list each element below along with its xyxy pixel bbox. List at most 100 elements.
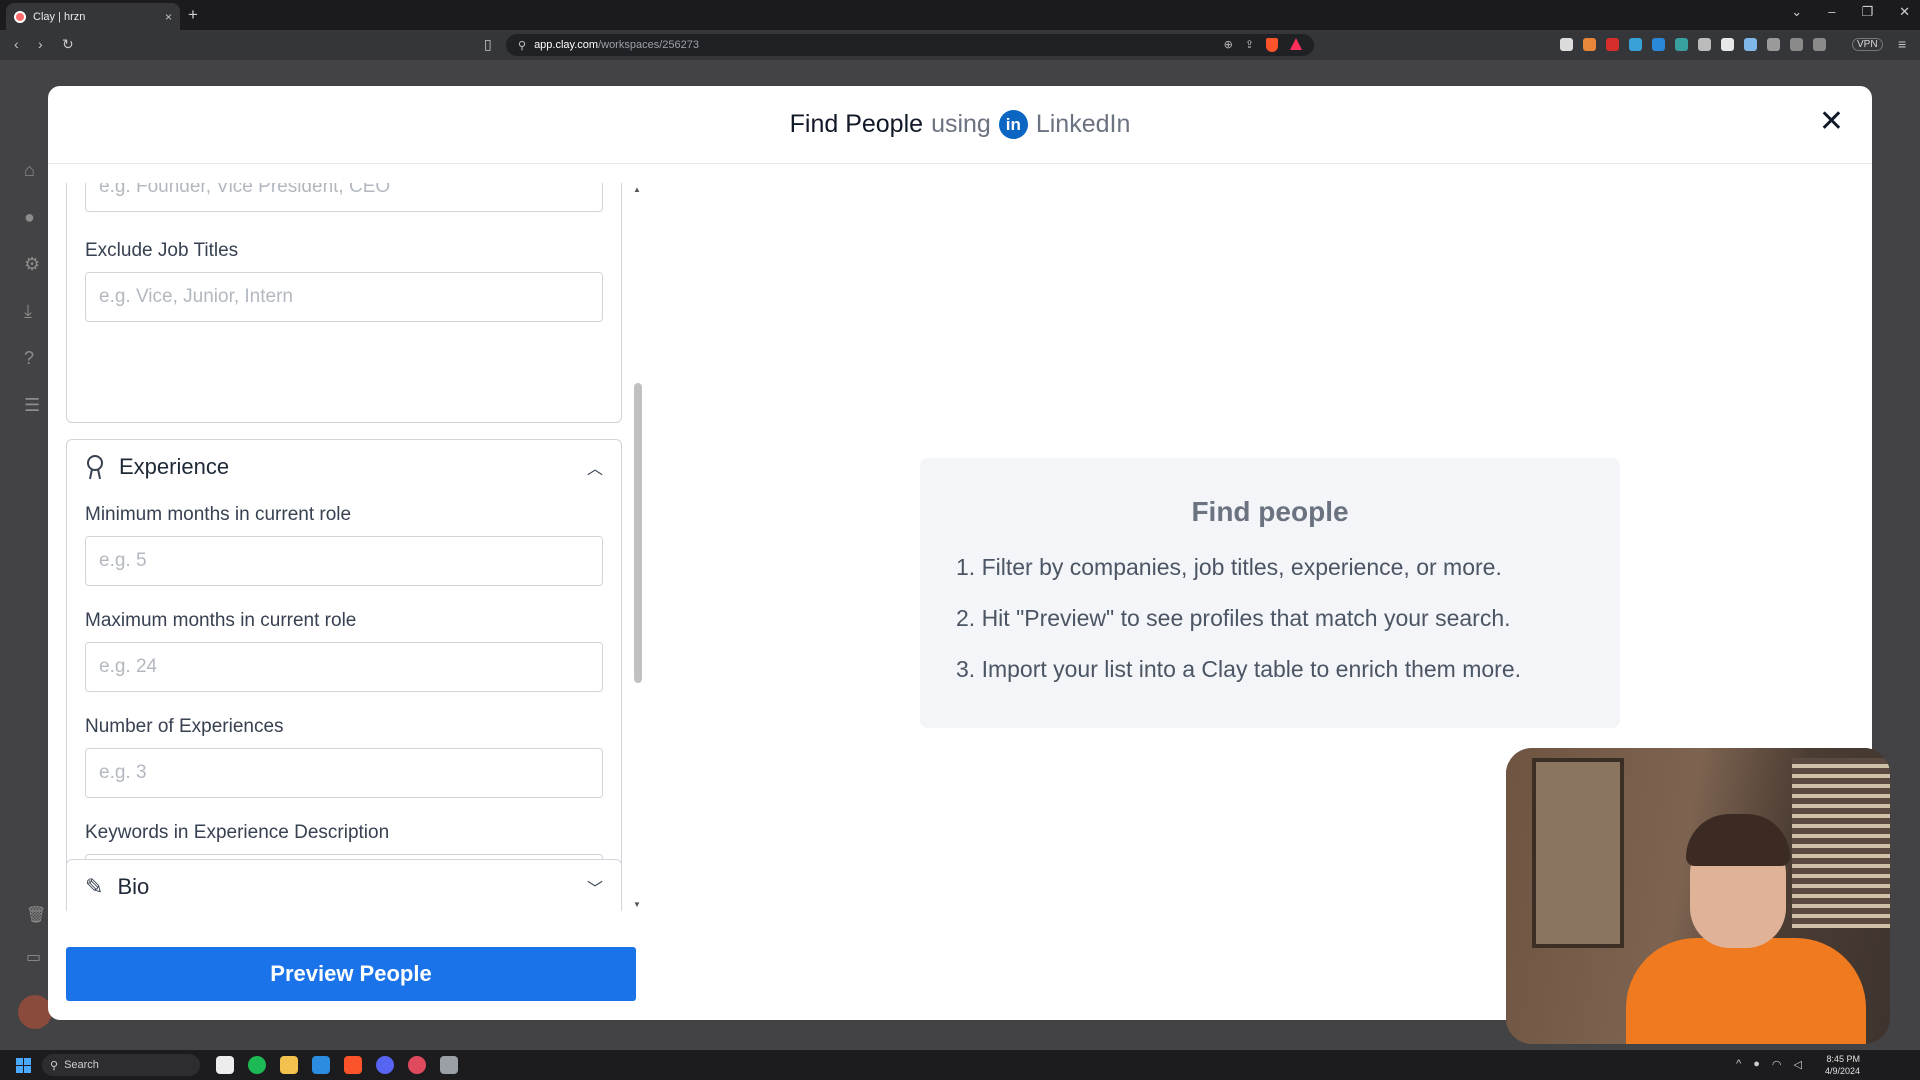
help-icon: ? (24, 348, 35, 368)
webcam-window-blind (1792, 758, 1890, 928)
scroll-down-arrow-icon[interactable]: ▼ (633, 900, 641, 909)
address-bar[interactable]: ⚲ app.clay.com/workspaces/256273 ⊕ ⇪ (506, 34, 1314, 56)
bio-card: ✎ Bio ﹀ (66, 859, 622, 911)
browser-toolbar: ‹ › ↻ ▯ ⚲ app.clay.com/workspaces/256273… (0, 30, 1920, 60)
extension-icon[interactable] (1606, 38, 1619, 51)
microphone-icon[interactable]: ● (1753, 1058, 1760, 1071)
home-icon: ⌂ (24, 160, 35, 180)
tab-title: Clay | hrzn (33, 10, 86, 23)
num-experiences-input[interactable] (85, 748, 603, 798)
filters-panel[interactable]: Exclude Job Titles Experience ︿ Minimum … (66, 183, 626, 911)
taskbar-apps (216, 1056, 458, 1074)
taskbar-clock[interactable]: 8:45 PM 4/9/2024 (1825, 1053, 1860, 1077)
filters-scrollbar[interactable]: ▲ ▼ (631, 183, 642, 911)
site-settings-icon[interactable]: ⚲ (518, 39, 526, 52)
modal-title-source: LinkedIn (1035, 110, 1131, 138)
forward-arrow-icon[interactable]: › (38, 36, 43, 52)
app-sidebar-bottom: 🗑 ▭ (26, 905, 46, 967)
extension-icon[interactable] (1583, 38, 1596, 51)
restore-icon[interactable]: ❐ (1861, 4, 1873, 20)
bio-section-header[interactable]: ✎ Bio ﹀ (85, 874, 603, 900)
experience-heading: Experience (119, 454, 230, 479)
system-tray: ^ ● ◠ ◁ (1736, 1058, 1802, 1071)
award-icon (85, 455, 105, 480)
taskbar-app-icon[interactable] (408, 1056, 426, 1074)
extensions-bar (1560, 38, 1826, 51)
taskbar-search[interactable]: ⚲ Search (42, 1054, 200, 1076)
back-arrow-icon[interactable]: ‹ (14, 36, 19, 52)
url-host: app.clay.com (534, 39, 599, 51)
chevron-down-icon[interactable]: ﹀ (587, 875, 603, 899)
bookmark-icon[interactable]: ▯ (484, 36, 492, 53)
webcam-overlay (1506, 748, 1890, 1044)
experience-card: Experience ︿ Minimum months in current r… (66, 439, 622, 911)
brave-rewards-icon[interactable] (1290, 38, 1302, 50)
tray-chevron-icon[interactable]: ^ (1736, 1058, 1741, 1071)
feather-icon: ✎ (85, 874, 104, 899)
file-explorer-icon[interactable] (280, 1056, 298, 1074)
windows-start-icon[interactable] (16, 1058, 31, 1073)
brave-shield-icon[interactable] (1266, 38, 1278, 52)
webcam-person-body (1626, 938, 1866, 1044)
extension-icon[interactable] (1698, 38, 1711, 51)
exclude-job-titles-label: Exclude Job Titles (85, 240, 239, 261)
zoom-icon[interactable]: ⊕ (1224, 38, 1233, 52)
brave-browser-icon[interactable] (344, 1056, 362, 1074)
extension-icon[interactable] (1629, 38, 1642, 51)
taskbar-app-icon[interactable] (440, 1056, 458, 1074)
notification-icon: ● (24, 207, 35, 227)
modal-close-icon[interactable]: ✕ (1819, 104, 1844, 139)
experience-section-header[interactable]: Experience ︿ (85, 454, 603, 480)
preview-people-button[interactable]: Preview People (66, 947, 636, 1001)
new-tab-button[interactable]: + (188, 5, 198, 25)
scrollbar-thumb[interactable] (634, 383, 642, 683)
extension-icon[interactable] (1652, 38, 1665, 51)
extension-icon[interactable] (1721, 38, 1734, 51)
modal-title-connector: using (931, 110, 991, 138)
app-sidebar: ⌂ ● ⚙ ⤓ ? ☰ (24, 160, 40, 416)
keywords-label: Keywords in Experience Description (85, 822, 390, 843)
vscode-icon[interactable] (312, 1056, 330, 1074)
min-months-input[interactable] (85, 536, 603, 586)
reload-icon[interactable]: ↻ (62, 36, 74, 53)
clay-favicon-icon (14, 10, 26, 23)
volume-icon[interactable]: ◁ (1794, 1058, 1802, 1071)
linkedin-logo-icon: in (998, 110, 1028, 139)
close-window-icon[interactable]: ✕ (1899, 4, 1910, 20)
extension-icon[interactable] (1744, 38, 1757, 51)
download-icon: ⤓ (24, 301, 32, 321)
info-step: 3. Import your list into a Clay table to… (956, 656, 1522, 682)
chevron-up-icon[interactable]: ︿ (587, 455, 603, 479)
job-titles-input[interactable] (85, 183, 603, 212)
sidebar-toggle-icon[interactable] (1790, 38, 1803, 51)
info-steps-list: 1. Filter by companies, job titles, expe… (956, 554, 1521, 707)
extension-icon[interactable] (1560, 38, 1573, 51)
settings-icon: ⚙ (24, 254, 41, 274)
share-icon[interactable]: ⇪ (1245, 38, 1254, 52)
card-icon: ▭ (26, 949, 42, 966)
max-months-label: Maximum months in current role (85, 610, 357, 631)
taskbar-app-icon[interactable] (216, 1056, 234, 1074)
exclude-job-titles-input[interactable] (85, 272, 603, 322)
vpn-button[interactable]: VPN (1852, 38, 1883, 51)
modal-header: Find People using in LinkedIn ✕ (48, 86, 1872, 164)
discord-icon[interactable] (376, 1056, 394, 1074)
minimize-icon[interactable]: – (1828, 4, 1835, 20)
wifi-icon[interactable]: ◠ (1772, 1058, 1782, 1071)
extension-icon[interactable] (1675, 38, 1688, 51)
spotify-icon[interactable] (248, 1056, 266, 1074)
browser-tab[interactable]: Clay | hrzn × (6, 3, 180, 30)
wallet-icon[interactable] (1813, 38, 1826, 51)
tab-close-icon[interactable]: × (165, 10, 172, 24)
tab-list-chevron-icon[interactable]: ⌄ (1791, 4, 1802, 20)
max-months-input[interactable] (85, 642, 603, 692)
puzzle-icon[interactable] (1767, 38, 1780, 51)
trash-icon: 🗑 (26, 907, 47, 924)
menu-icon[interactable]: ≡ (1898, 36, 1906, 52)
table-icon: ☰ (24, 395, 41, 415)
window-controls: ⌄ – ❐ ✕ (1791, 4, 1910, 20)
user-avatar (18, 995, 52, 1029)
modal-title-main: Find People (789, 110, 924, 138)
browser-tab-bar: Clay | hrzn × + ⌄ – ❐ ✕ (0, 0, 1920, 30)
scroll-up-arrow-icon[interactable]: ▲ (633, 185, 641, 194)
